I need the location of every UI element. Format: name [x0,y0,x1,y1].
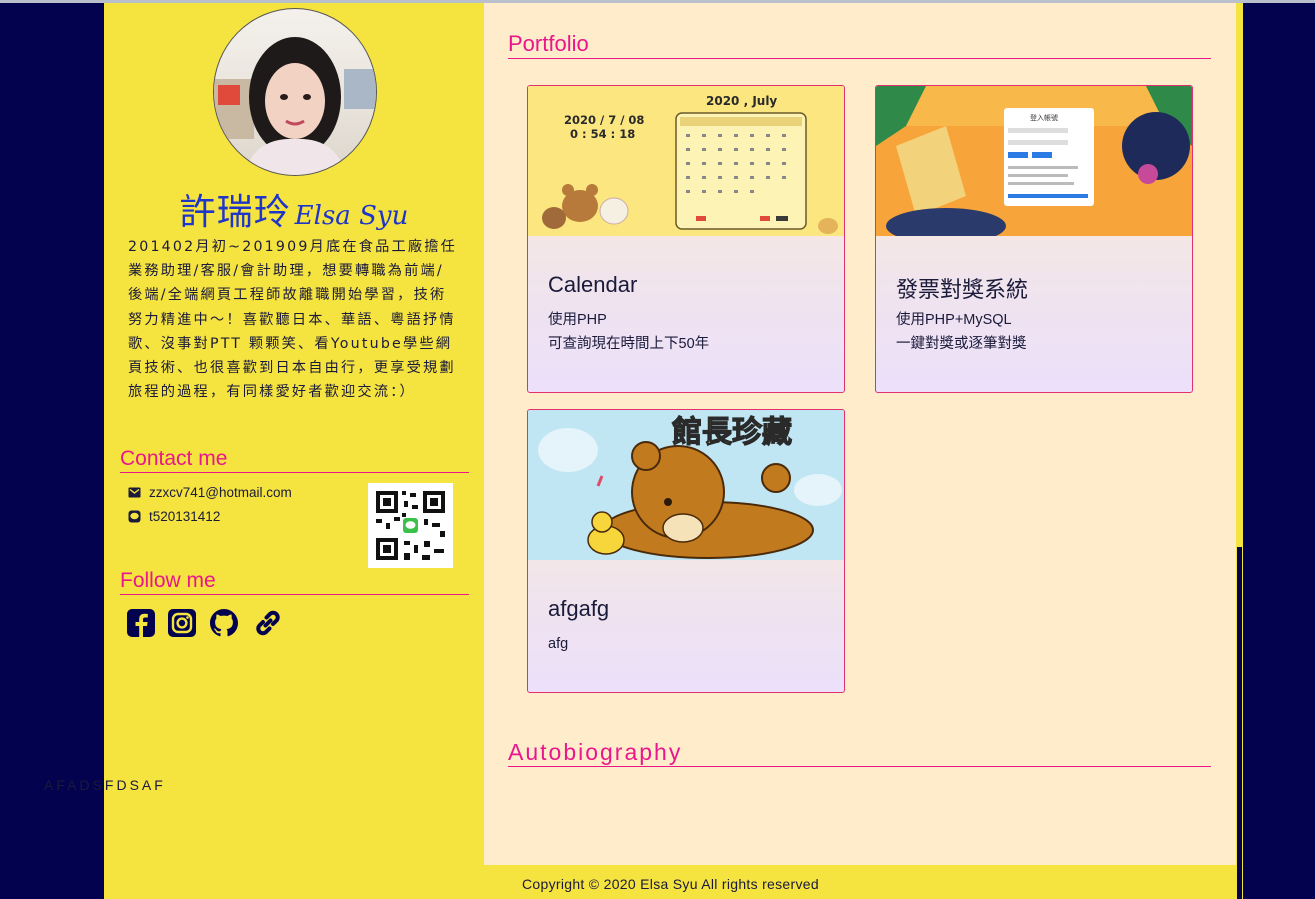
profile-sidebar: 許瑞玲 Elsa Syu 201402月初~201909月底在食品工廠擔任業務助理… [104,3,484,899]
autobiography-heading: Autobiography [508,739,1211,767]
card-description: 使用PHP+MySQL 一鍵對獎或逐筆對獎 [896,308,1027,356]
card-title[interactable]: Calendar [548,272,637,298]
name-chinese: 許瑞玲 [179,192,291,233]
portfolio-card-calendar[interactable]: 2020 / 7 / 08 0 : 54 : 18 2020 , July Ca… [527,85,845,393]
copyright-text: Copyright © 2020 Elsa Syu All rights res… [522,876,819,892]
follow-heading: Follow me [120,569,469,595]
invoice-thumbnail: 登入帳號 [876,86,1192,236]
contact-line-id[interactable]: t520131412 [149,509,220,524]
profile-name: 許瑞玲 Elsa Syu [104,183,484,235]
card-desc-line: 一鍵對獎或逐筆對獎 [896,336,1027,352]
envelope-icon [128,486,141,499]
profile-bio: 201402月初~201909月底在食品工廠擔任業務助理/客服/會計助理，想要轉… [128,239,458,401]
portfolio-card-afgafg[interactable]: 館長珍藏 afgafg afg [527,409,845,693]
facebook-icon[interactable] [126,607,158,641]
line-icon [128,510,141,523]
contact-heading: Contact me [120,447,469,473]
line-qr-code [368,483,453,568]
card-title[interactable]: 發票對獎系統 [896,272,1028,304]
calendar-thumbnail: 2020 / 7 / 08 0 : 54 : 18 2020 , July [528,86,844,236]
card-desc-line: afg [548,636,569,652]
contact-line-row[interactable]: t520131412 [128,509,220,524]
card-desc-line: 使用PHP [548,312,607,328]
profile-avatar [213,8,377,176]
card-title[interactable]: afgafg [548,596,609,622]
page-footer: Copyright © 2020 Elsa Syu All rights res… [484,865,1236,899]
invoice-thumb-panel-title: 登入帳號 [1030,113,1058,122]
bear-thumb-caption: 館長珍藏 [672,415,792,450]
calendar-thumb-date: 2020 / 7 / 08 [564,113,644,127]
scrollbar-thumb[interactable] [1237,547,1242,899]
bear-thumbnail: 館長珍藏 [528,410,844,560]
card-desc-line: 可查詢現在時間上下50年 [548,336,710,352]
calendar-thumb-time: 0 : 54 : 18 [570,127,635,141]
github-icon[interactable] [208,607,240,641]
autobiography-text: AFADSFDSAF [44,777,166,793]
card-description: 使用PHP 可查詢現在時間上下50年 [548,308,709,356]
instagram-icon[interactable] [167,607,199,641]
contact-email-row[interactable]: zzxcv741@hotmail.com [128,485,292,500]
main-content: Portfolio 2020 / 7 / 08 0 : 54 : 18 2020… [484,3,1236,865]
portfolio-card-invoice[interactable]: 登入帳號 發票對獎系統 使用PHP+MySQL 一鍵對獎或逐筆對獎 [875,85,1193,393]
contact-email[interactable]: zzxcv741@hotmail.com [149,485,292,500]
portfolio-heading: Portfolio [508,31,1211,59]
card-description: afg [548,632,568,656]
name-english: Elsa Syu [294,201,409,231]
link-icon[interactable] [252,607,284,641]
card-desc-line: 使用PHP+MySQL [896,312,1012,328]
calendar-thumb-month: 2020 , July [706,94,777,108]
